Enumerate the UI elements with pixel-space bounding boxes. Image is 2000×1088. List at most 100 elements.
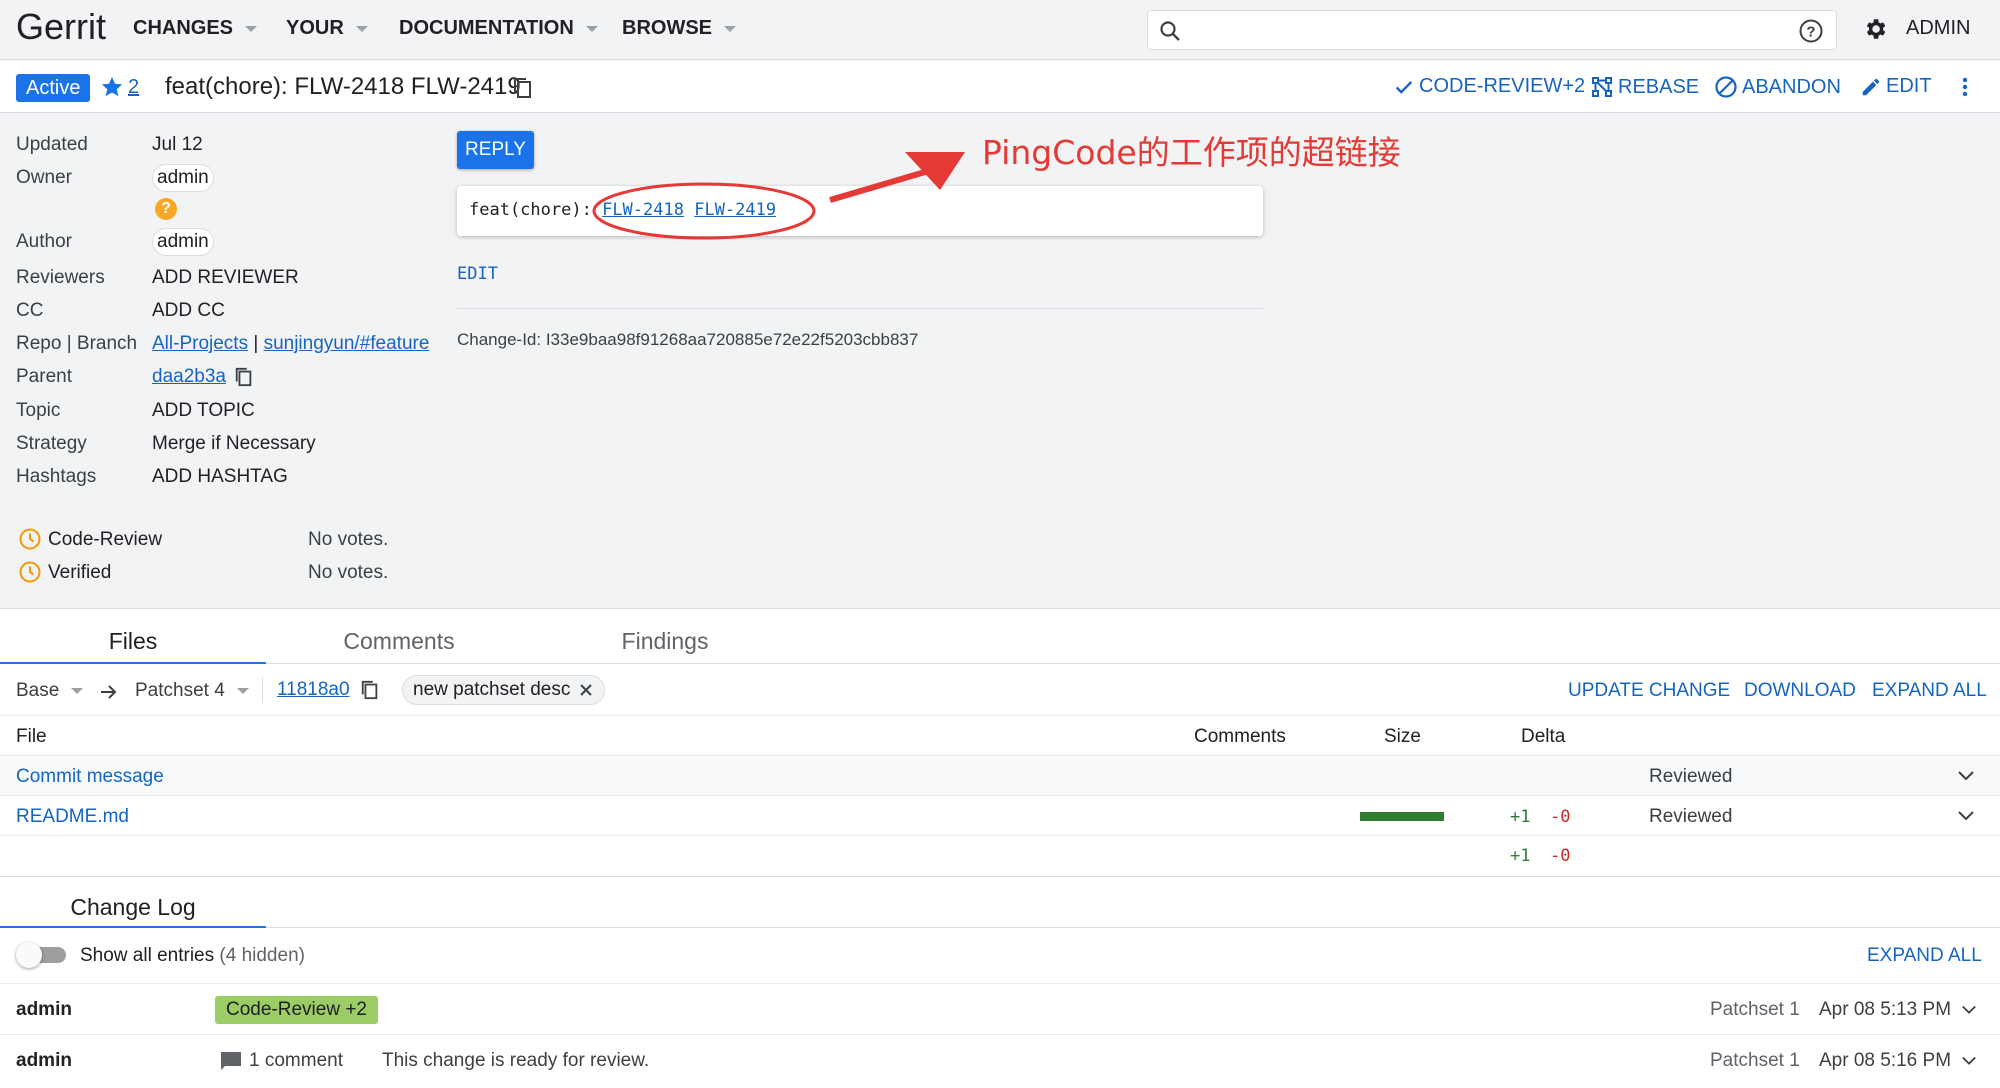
entry-author: admin <box>16 999 72 1020</box>
gear-icon[interactable] <box>1862 16 1888 42</box>
changelog-tab-bar: Change Log <box>0 876 2000 929</box>
nav-browse-label: BROWSE <box>622 17 712 39</box>
author-chip[interactable]: admin <box>152 228 214 256</box>
reviewed-status[interactable]: Reviewed <box>1649 766 1732 788</box>
change-subject: feat(chore): FLW-2418 FLW-2419 <box>165 73 521 100</box>
updated-label: Updated <box>16 134 88 155</box>
file-name-link[interactable]: Commit message <box>16 766 164 788</box>
file-name-link[interactable]: README.md <box>16 806 129 828</box>
repo-branch-value: All-Projects | sunjingyun/#feature <box>152 333 429 355</box>
gerrit-logo[interactable]: Gerrit <box>16 6 106 48</box>
update-change-button[interactable]: UPDATE CHANGE <box>1568 680 1730 702</box>
search-box[interactable]: ? <box>1147 10 1837 50</box>
strategy-label: Strategy <box>16 433 87 454</box>
base-select[interactable]: Base <box>16 680 84 702</box>
commit-sha-link[interactable]: 11818a0 <box>277 679 350 701</box>
entry-message: This change is ready for review. <box>382 1050 650 1071</box>
show-all-toggle[interactable] <box>16 942 68 968</box>
changelog: Show all entries (4 hidden) EXPAND ALL a… <box>0 928 2000 1088</box>
changelog-expand-all-button[interactable]: EXPAND ALL <box>1867 945 1982 967</box>
nav-browse[interactable]: BROWSE <box>622 17 736 40</box>
entry-date: Apr 08 5:16 PM <box>1819 1050 1952 1071</box>
work-item-link-2[interactable]: FLW-2419 <box>694 200 776 220</box>
branch-link[interactable]: sunjingyun/#feature <box>264 333 430 354</box>
caret-down-icon <box>724 25 736 32</box>
hashtags-label: Hashtags <box>16 466 97 487</box>
more-vert-icon[interactable] <box>1955 75 1975 99</box>
add-cc-link[interactable]: ADD CC <box>152 300 225 322</box>
chevron-down-icon[interactable] <box>1961 1004 1977 1016</box>
code-review-label: Code-Review <box>48 529 163 550</box>
nav-your[interactable]: YOUR <box>286 17 368 40</box>
search-input[interactable] <box>1196 19 1756 40</box>
owner-label: Owner <box>16 167 72 188</box>
tab-change-log[interactable]: Change Log <box>0 877 266 929</box>
tab-comments[interactable]: Comments <box>266 609 532 665</box>
abandon-button[interactable]: ABANDON <box>1714 75 1841 99</box>
copy-icon[interactable] <box>512 76 534 100</box>
caret-down-icon <box>585 25 598 32</box>
entry-author: admin <box>16 1050 72 1071</box>
author-label: Author <box>16 231 72 252</box>
file-row[interactable]: README.md +1 -0 Reviewed <box>0 796 2000 836</box>
entry-date: Apr 08 5:13 PM <box>1819 999 1952 1020</box>
tab-findings[interactable]: Findings <box>532 609 798 665</box>
star-icon[interactable] <box>100 75 124 99</box>
user-menu[interactable]: ADMIN <box>1906 17 1970 40</box>
add-hashtag-link[interactable]: ADD HASHTAG <box>152 466 288 488</box>
patchset-description-chip: new patchset desc <box>402 675 606 705</box>
tab-files[interactable]: Files <box>0 609 266 665</box>
expand-all-button[interactable]: EXPAND ALL <box>1872 680 1987 702</box>
reviewed-status[interactable]: Reviewed <box>1649 806 1732 828</box>
annotation-arrow-head <box>905 152 965 190</box>
file-table-header: File Comments Size Delta <box>0 716 2000 756</box>
code-review-plus2-button[interactable]: CODE-REVIEW+2 <box>1393 75 1585 98</box>
edit-button[interactable]: EDIT <box>1860 75 1932 98</box>
copy-icon[interactable] <box>234 366 254 388</box>
reply-button[interactable]: REPLY <box>457 131 534 169</box>
entry-patchset: Patchset 1 <box>1710 999 1800 1020</box>
change-header: Active 2 feat(chore): FLW-2418 FLW-2419 … <box>0 61 2000 113</box>
chevron-down-icon[interactable] <box>1957 810 1975 822</box>
repo-link[interactable]: All-Projects <box>152 333 248 354</box>
divider <box>457 308 1263 309</box>
download-button[interactable]: DOWNLOAD <box>1744 680 1856 702</box>
add-reviewer-link[interactable]: ADD REVIEWER <box>152 267 299 289</box>
commit-prefix: feat(chore): <box>469 200 592 220</box>
pencil-icon <box>1862 78 1880 95</box>
status-badge: Active <box>16 74 91 102</box>
search-icon <box>1160 21 1180 41</box>
base-select-label: Base <box>16 680 60 701</box>
nav-changes[interactable]: CHANGES <box>133 17 258 40</box>
rebase-button[interactable]: REBASE <box>1590 75 1699 99</box>
star-count[interactable]: 2 <box>128 76 139 99</box>
top-app-bar: Gerrit CHANGES YOUR DOCUMENTATION BROWSE… <box>0 0 2000 60</box>
file-row[interactable]: Commit message Reviewed <box>0 756 2000 796</box>
size-bar <box>1360 812 1444 821</box>
lines-removed: -0 <box>1550 807 1571 827</box>
work-item-link-1[interactable]: FLW-2418 <box>602 200 684 220</box>
changelog-entry[interactable]: admin 1 comment This change is ready for… <box>0 1034 2000 1086</box>
annotation-text: PingCode的工作项的超链接 <box>982 133 1401 172</box>
help-icon[interactable]: ? <box>1798 18 1824 44</box>
nav-your-label: YOUR <box>286 17 344 39</box>
owner-chip[interactable]: admin <box>152 164 214 192</box>
change-id: Change-Id: I33e9baa98f91268aa720885e72e2… <box>457 330 919 349</box>
close-icon[interactable] <box>578 682 594 698</box>
commit-message-text: feat(chore): FLW-2418 FLW-2419 <box>469 200 776 220</box>
cc-label: CC <box>16 300 44 321</box>
question-badge-icon: ? <box>155 198 177 220</box>
changelog-entry[interactable]: admin Code-Review +2 Patchset 1 Apr 08 5… <box>0 983 2000 1035</box>
column-comments: Comments <box>1194 726 1286 747</box>
parent-commit-link[interactable]: daa2b3a <box>152 366 226 388</box>
arrow-right-icon <box>101 685 117 699</box>
column-delta: Delta <box>1521 726 1566 747</box>
patchset-select[interactable]: Patchset 4 <box>135 680 249 702</box>
nav-documentation[interactable]: DOCUMENTATION <box>399 17 598 40</box>
updated-value: Jul 12 <box>152 134 203 155</box>
chevron-down-icon[interactable] <box>1957 770 1975 782</box>
add-topic-link[interactable]: ADD TOPIC <box>152 400 255 422</box>
copy-icon[interactable] <box>360 679 380 701</box>
chevron-down-icon[interactable] <box>1961 1055 1977 1067</box>
edit-commit-message-link[interactable]: EDIT <box>457 264 498 284</box>
